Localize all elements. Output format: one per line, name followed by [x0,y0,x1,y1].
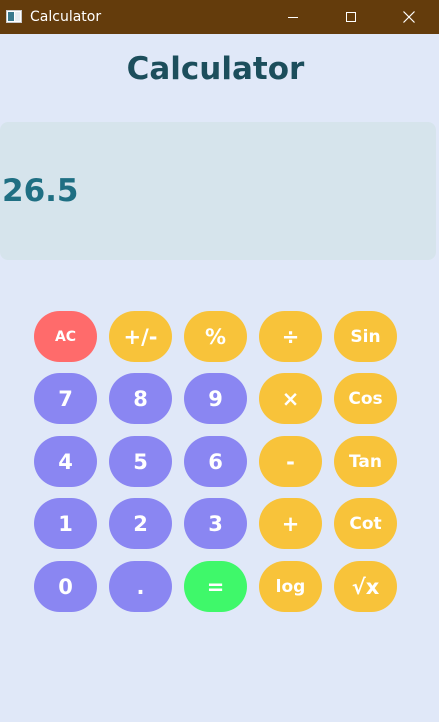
percent-button[interactable]: % [184,311,247,362]
display-value: 26.5 [2,173,79,209]
digit-1-button[interactable]: 1 [34,498,97,549]
sin-button[interactable]: Sin [334,311,397,362]
digit-0-button[interactable]: 0 [34,561,97,612]
close-button[interactable] [380,0,438,34]
sign-toggle-button[interactable]: +/- [109,311,172,362]
digit-4-button[interactable]: 4 [34,436,97,487]
subtract-button[interactable]: - [259,436,322,487]
page-title: Calculator [126,51,305,87]
divide-button[interactable]: ÷ [259,311,322,362]
add-button[interactable]: + [259,498,322,549]
clear-button[interactable]: AC [34,311,97,362]
app-window-icon [6,10,22,23]
digit-3-button[interactable]: 3 [184,498,247,549]
close-icon [403,11,415,23]
sqrt-button[interactable]: √x [334,561,397,612]
multiply-button[interactable]: × [259,373,322,424]
calculator-display: 26.5 [0,122,436,260]
maximize-icon [346,12,356,22]
cos-button[interactable]: Cos [334,373,397,424]
minimize-button[interactable] [264,0,322,34]
log-button[interactable]: log [259,561,322,612]
digit-7-button[interactable]: 7 [34,373,97,424]
tan-button[interactable]: Tan [334,436,397,487]
window-title: Calculator [30,9,102,25]
cot-button[interactable]: Cot [334,498,397,549]
minimize-icon [288,17,298,18]
digit-8-button[interactable]: 8 [109,373,172,424]
maximize-button[interactable] [322,0,380,34]
digit-2-button[interactable]: 2 [109,498,172,549]
equals-button[interactable]: = [184,561,247,612]
decimal-button[interactable]: . [109,561,172,612]
digit-9-button[interactable]: 9 [184,373,247,424]
digit-5-button[interactable]: 5 [109,436,172,487]
digit-6-button[interactable]: 6 [184,436,247,487]
title-bar: Calculator [0,0,439,34]
